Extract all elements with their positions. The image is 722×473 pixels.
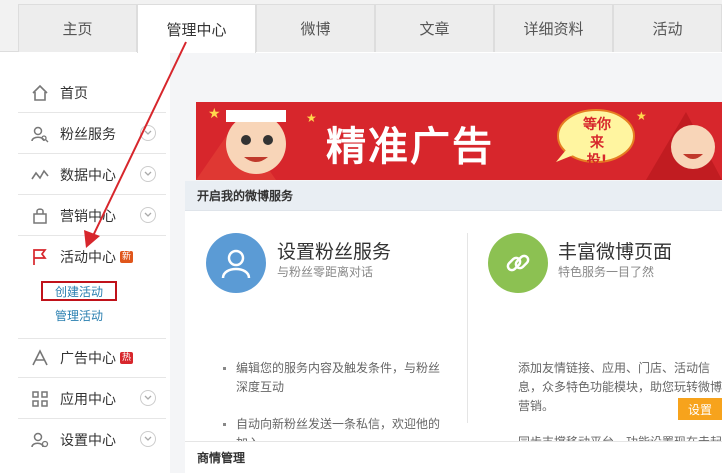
sidebar-item-settings[interactable]: 设置中心 (18, 420, 166, 460)
tab-articles[interactable]: 文章 (375, 4, 494, 52)
service-panel: 设置粉丝服务 与粉丝零距离对话 编辑您的服务内容及触发条件，与粉丝深度互动 自动… (185, 211, 722, 450)
grid-icon (30, 389, 50, 409)
line-chart-icon (30, 165, 50, 185)
sidebar-item-fan-service[interactable]: 粉丝服务 (18, 114, 166, 154)
sidebar-item-data[interactable]: 数据中心 (18, 155, 166, 195)
sidebar-item-apps[interactable]: 应用中心 (18, 379, 166, 419)
fan-service-subtitle: 与粉丝零距离对话 (277, 265, 374, 279)
chevron-down-icon[interactable] (140, 390, 156, 406)
top-nav: 主页 管理中心 微博 文章 详细资料 活动 (0, 0, 722, 53)
sidebar-item-events[interactable]: 活动中心 新 (18, 237, 166, 277)
weibo-page-subtitle: 特色服务一目了然 (558, 265, 655, 279)
chevron-down-icon[interactable] (140, 166, 156, 182)
svg-text:★: ★ (636, 109, 647, 123)
hot-badge: 热 (120, 352, 134, 364)
shopping-bag-icon (30, 206, 50, 226)
sidebar-item-label: 广告中心 (60, 351, 116, 367)
sidebar-item-label: 粉丝服务 (60, 126, 116, 143)
sidebar-item-ads[interactable]: 广告中心 热 (18, 338, 166, 378)
flag-icon (30, 247, 50, 267)
sidebar-item-label: 首页 (60, 85, 88, 102)
tab-profile[interactable]: 详细资料 (494, 4, 613, 52)
banner-bubble-line1: 等你 (583, 117, 611, 133)
sidebar-item-home[interactable]: 首页 (18, 73, 166, 113)
biz-section-title: 商情管理 (185, 441, 722, 473)
banner-bubble-text: 等你 来投! (580, 116, 614, 170)
divider (467, 233, 468, 423)
sidebar-item-label: 数据中心 (60, 167, 116, 184)
sidebar-sub-create-event[interactable]: 创建活动 (41, 281, 117, 301)
sidebar: 首页 粉丝服务 数据中心 营销中心 活动中心 新 创建活动 管理活动 广告中心 (0, 53, 170, 473)
ad-banner[interactable]: ★ ★ ★ 精准广告 等你 来投! (196, 102, 722, 180)
sidebar-item-marketing[interactable]: 营销中心 (18, 196, 166, 236)
fan-service-title[interactable]: 设置粉丝服务 (277, 237, 391, 264)
tab-events[interactable]: 活动 (613, 4, 722, 52)
weibo-page-title[interactable]: 丰富微博页面 (558, 237, 672, 264)
sidebar-item-label: 活动中心 (60, 250, 116, 266)
tab-weibo[interactable]: 微博 (256, 4, 375, 52)
tab-management[interactable]: 管理中心 (137, 4, 256, 53)
new-badge: 新 (120, 251, 134, 263)
sidebar-sub-manage-events[interactable]: 管理活动 (55, 307, 103, 324)
home-icon (30, 83, 50, 103)
sidebar-item-label: 营销中心 (60, 208, 116, 225)
user-search-icon (30, 124, 50, 144)
svg-text:★: ★ (306, 111, 317, 125)
main-content: ★ ★ ★ 精准广告 等你 来投! 开启我的微博服务 设置粉丝服务 与粉丝零距离… (170, 53, 722, 473)
banner-bubble-line2: 来投! (586, 135, 608, 169)
sidebar-item-label: 设置中心 (60, 433, 116, 449)
chevron-down-icon[interactable] (140, 207, 156, 223)
svg-text:★: ★ (208, 106, 221, 122)
fan-service-icon[interactable] (206, 233, 266, 293)
banner-headline: 精准广告 (326, 124, 494, 170)
sidebar-item-label: 应用中心 (60, 391, 116, 408)
tab-home[interactable]: 主页 (18, 4, 137, 52)
settings-button[interactable]: 设置 (678, 398, 722, 420)
chevron-down-icon[interactable] (140, 431, 156, 447)
user-settings-icon (30, 430, 50, 450)
chevron-down-icon[interactable] (140, 125, 156, 141)
ad-icon (30, 348, 50, 368)
fan-service-bullet: 编辑您的服务内容及触发条件，与粉丝深度互动 (223, 359, 451, 397)
link-icon[interactable] (488, 233, 548, 293)
service-section-title: 开启我的微博服务 (185, 181, 722, 211)
